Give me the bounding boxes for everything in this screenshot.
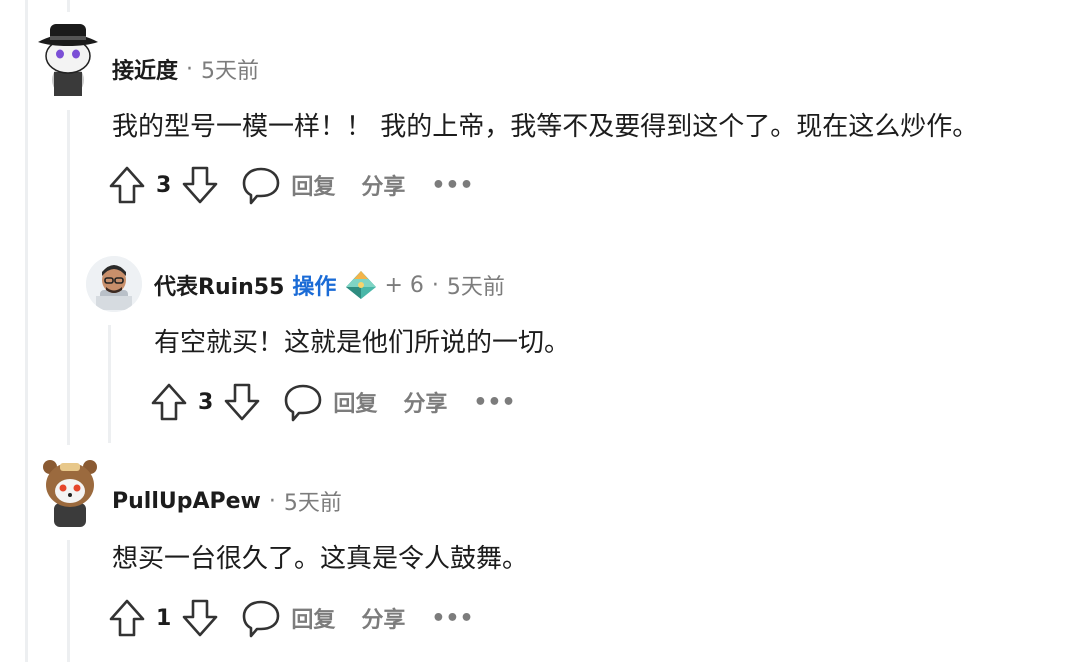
share-button[interactable]: 分享 — [361, 602, 405, 634]
thread-line-top-tail — [67, 0, 70, 12]
share-button[interactable]: 分享 — [361, 169, 405, 201]
comment-bubble-icon — [243, 167, 280, 205]
comment-meta: 代表Ruin55 操作 + 6 · 5天前 — [154, 270, 505, 300]
karma-count: + 6 — [384, 272, 424, 298]
comment-bubble-icon — [285, 384, 322, 422]
avatar[interactable] — [36, 20, 100, 96]
downvote-icon[interactable] — [223, 382, 261, 422]
reply-label: 回复 — [291, 608, 336, 633]
vote-count: 3 — [156, 172, 172, 198]
thread-line-comment-3[interactable] — [67, 540, 70, 662]
comment-thread: 接近度 · 5天前 我的型号一模一样！！ 我的上帝，我等不及要得到这个了。现在这… — [0, 0, 1080, 662]
author-name[interactable]: PullUpAPew — [112, 489, 261, 514]
meta-separator: · — [268, 488, 276, 514]
thread-line-comment-2[interactable] — [108, 325, 111, 443]
avatar[interactable] — [86, 256, 142, 312]
comment-actions: 1 回复 分享 ••• — [108, 598, 474, 638]
more-options-button[interactable]: ••• — [431, 606, 473, 631]
upvote-icon[interactable] — [150, 382, 188, 422]
share-button[interactable]: 分享 — [403, 386, 447, 418]
reply-label: 回复 — [333, 392, 378, 417]
downvote-icon[interactable] — [181, 598, 219, 638]
reply-button[interactable]: 回复 — [283, 382, 377, 422]
achievement-badge-icon[interactable] — [344, 269, 378, 301]
vote-count: 1 — [156, 605, 172, 631]
timestamp[interactable]: 5天前 — [447, 269, 505, 301]
reply-label: 回复 — [291, 175, 336, 200]
author-name[interactable]: 代表Ruin55 — [154, 269, 284, 301]
comment-meta: PullUpAPew · 5天前 — [112, 485, 342, 517]
downvote-icon[interactable] — [181, 165, 219, 205]
upvote-icon[interactable] — [108, 165, 146, 205]
comment-body: 我的型号一模一样！！ 我的上帝，我等不及要得到这个了。现在这么炒作。 — [112, 112, 979, 142]
comment-body: 有空就买！这就是他们所说的一切。 — [154, 328, 571, 358]
snoo-hat-avatar-icon — [38, 24, 98, 96]
vote-count: 3 — [198, 389, 214, 415]
op-badge: 操作 — [292, 275, 337, 300]
reply-button[interactable]: 回复 — [241, 165, 335, 205]
thread-line-root[interactable] — [25, 0, 28, 662]
avatar[interactable] — [42, 455, 98, 527]
meta-separator: · — [431, 272, 439, 298]
more-options-button[interactable]: ••• — [431, 173, 473, 198]
reply-button[interactable]: 回复 — [241, 598, 335, 638]
timestamp[interactable]: 5天前 — [284, 485, 342, 517]
comment-actions: 3 回复 分享 ••• — [108, 165, 474, 205]
comment-body: 想买一台很久了。这真是令人鼓舞。 — [112, 544, 529, 574]
snoo-bear-avatar-icon — [43, 460, 97, 527]
author-name[interactable]: 接近度 — [112, 53, 178, 85]
more-options-button[interactable]: ••• — [473, 390, 515, 415]
thread-line-comment-1[interactable] — [67, 110, 70, 445]
comment-actions: 3 回复 分享 ••• — [150, 382, 516, 422]
upvote-icon[interactable] — [108, 598, 146, 638]
user-avatar-icon — [86, 256, 142, 312]
timestamp[interactable]: 5天前 — [201, 53, 259, 85]
comment-meta: 接近度 · 5天前 — [112, 53, 259, 85]
comment-bubble-icon — [243, 600, 280, 638]
meta-separator: · — [186, 56, 194, 82]
